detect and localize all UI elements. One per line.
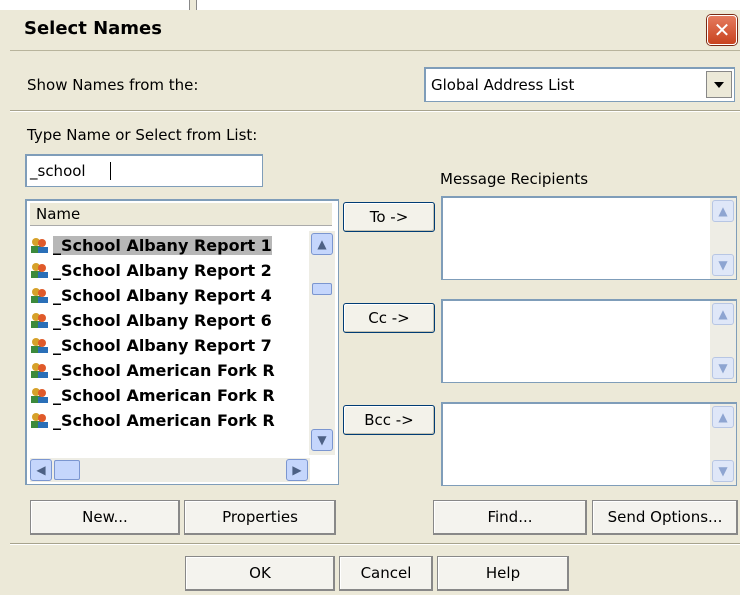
list-item[interactable]: _School Albany Report 6 (29, 310, 309, 332)
scroll-up-icon[interactable]: ▲ (712, 406, 734, 428)
scroll-up-icon[interactable]: ▲ (712, 200, 734, 222)
message-recipients-label: Message Recipients (440, 170, 589, 188)
name-list-box[interactable]: Name _School Albany Report 1 _School Alb… (25, 199, 339, 485)
scroll-right-icon[interactable]: ▶ (286, 459, 308, 481)
bcc-button[interactable]: Bcc -> (343, 405, 435, 435)
to-scrollbar[interactable]: ▲ ▼ (710, 198, 736, 279)
address-book-select[interactable]: Global Address List (424, 67, 735, 102)
name-list: _School Albany Report 1 _School Albany R… (27, 231, 309, 455)
dropdown-button[interactable] (706, 71, 732, 98)
ok-button[interactable]: OK (185, 556, 335, 591)
contact-group-icon (31, 238, 48, 253)
contact-group-icon (31, 363, 48, 378)
type-name-value: _school (30, 162, 86, 180)
list-item[interactable]: _School Albany Report 4 (29, 285, 309, 307)
scroll-down-icon[interactable]: ▼ (712, 254, 734, 276)
list-item-label: _School Albany Report 6 (53, 311, 272, 330)
name-list-hscrollbar[interactable]: ◀ ▶ (30, 458, 310, 482)
find-button[interactable]: Find... (433, 500, 587, 535)
dialog-titlebar: Select Names ✕ (10, 10, 740, 51)
contact-group-icon (31, 313, 48, 328)
hscroll-thumb[interactable] (54, 460, 80, 480)
new-button[interactable]: New... (30, 500, 180, 535)
list-item-label: _School Albany Report 2 (53, 261, 272, 280)
list-item[interactable]: _School American Fork R (29, 385, 309, 407)
contact-group-icon (31, 388, 48, 403)
cc-button[interactable]: Cc -> (343, 303, 435, 333)
scroll-up-icon[interactable]: ▲ (311, 233, 333, 255)
to-button[interactable]: To -> (343, 202, 435, 232)
contact-group-icon (31, 338, 48, 353)
type-name-label: Type Name or Select from List: (27, 126, 258, 144)
cancel-button[interactable]: Cancel (339, 556, 433, 591)
list-item-label: _School American Fork R (53, 386, 275, 405)
contact-group-icon (31, 263, 48, 278)
properties-button[interactable]: Properties (184, 500, 336, 535)
text-cursor (110, 162, 111, 180)
bcc-recipients-field[interactable]: ▲ ▼ (441, 402, 737, 486)
show-names-label-text: Show Names from the: (27, 76, 199, 94)
scroll-up-icon[interactable]: ▲ (712, 303, 734, 325)
bcc-scrollbar[interactable]: ▲ ▼ (710, 404, 736, 485)
cc-recipients-field[interactable]: ▲ ▼ (441, 299, 737, 383)
cc-scrollbar[interactable]: ▲ ▼ (710, 301, 736, 382)
name-list-vscrollbar[interactable]: ▲ ▼ (309, 231, 335, 455)
divider (10, 543, 740, 545)
list-item[interactable]: _School American Fork R (29, 360, 309, 382)
chevron-down-icon (714, 82, 724, 88)
type-name-input[interactable]: _school (25, 154, 263, 187)
contact-group-icon (31, 288, 48, 303)
divider (10, 110, 740, 112)
list-item[interactable]: _School Albany Report 7 (29, 335, 309, 357)
list-item[interactable]: _School American Fork R (29, 410, 309, 432)
dialog-title: Select Names (24, 18, 162, 39)
list-item-label: _School American Fork R (53, 411, 275, 430)
background-window-strip (0, 0, 740, 10)
list-item-label: _School Albany Report 4 (53, 286, 272, 305)
help-button[interactable]: Help (437, 556, 569, 591)
scroll-down-icon[interactable]: ▼ (712, 460, 734, 482)
scroll-thumb[interactable] (312, 283, 332, 295)
address-book-value: Global Address List (431, 76, 575, 94)
list-item-label: _School Albany Report 1 (53, 236, 272, 255)
contact-group-icon (31, 413, 48, 428)
to-recipients-field[interactable]: ▲ ▼ (441, 196, 737, 280)
splitter-notch (189, 0, 197, 10)
scroll-down-icon[interactable]: ▼ (311, 429, 333, 451)
show-names-label: Show Names from the: (27, 76, 198, 94)
list-item-label: _School American Fork R (53, 361, 275, 380)
scroll-down-icon[interactable]: ▼ (712, 357, 734, 379)
name-column-header[interactable]: Name (30, 203, 332, 226)
list-item-label: _School Albany Report 7 (53, 336, 272, 355)
close-icon[interactable]: ✕ (707, 15, 737, 45)
list-item[interactable]: _School Albany Report 1 (29, 235, 309, 257)
send-options-button[interactable]: Send Options... (592, 500, 738, 535)
name-column-label: Name (36, 205, 81, 223)
list-item[interactable]: _School Albany Report 2 (29, 260, 309, 282)
scroll-left-icon[interactable]: ◀ (30, 459, 52, 481)
